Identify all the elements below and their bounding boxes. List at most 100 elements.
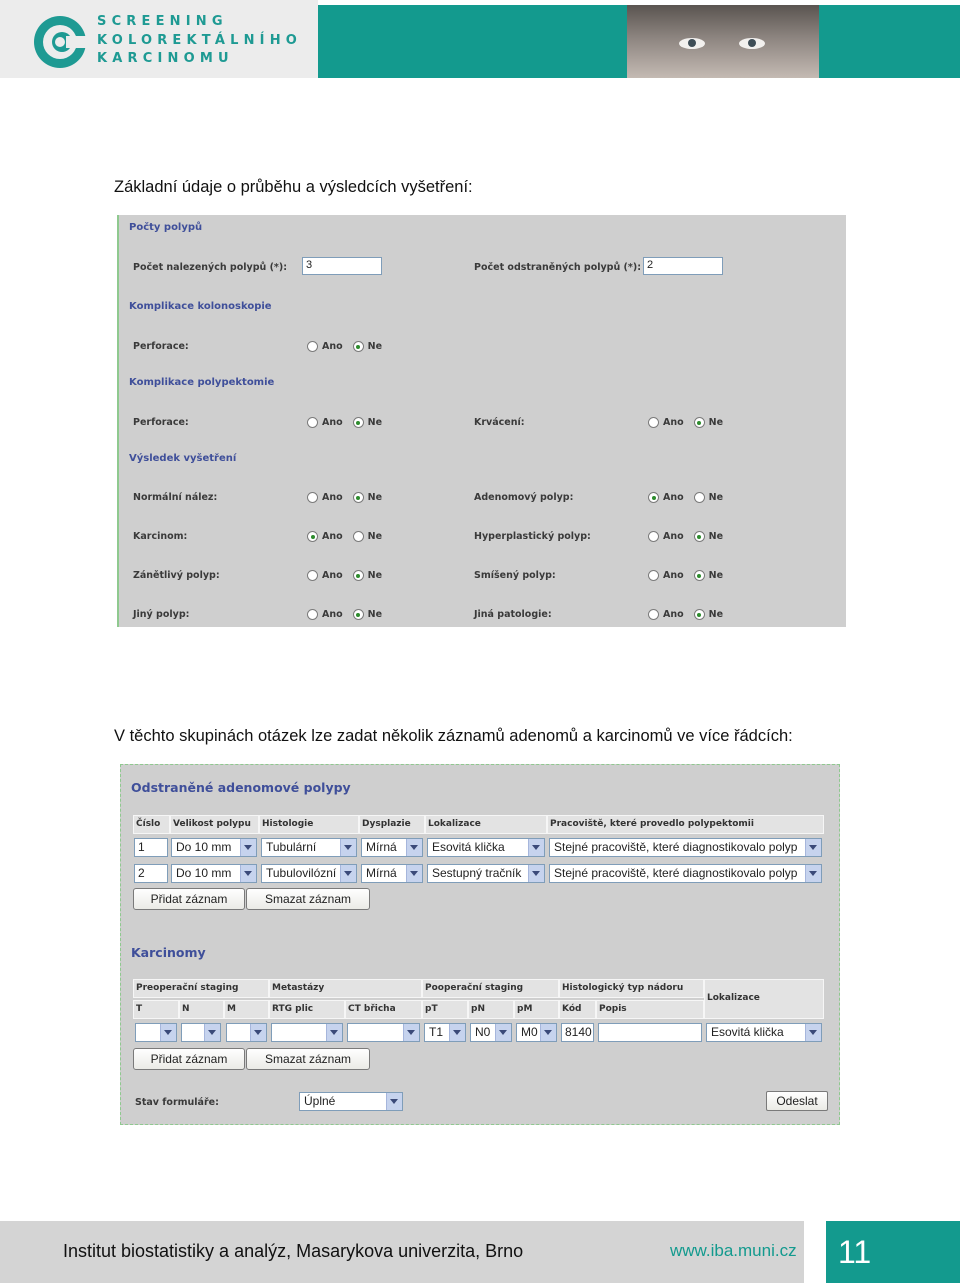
perforation-no-radio[interactable]: [352, 341, 364, 352]
n-select[interactable]: [181, 1023, 221, 1042]
row2-workplace-select[interactable]: Stejné pracoviště, které diagnostikovalo…: [549, 864, 822, 883]
perforation-yes-radio[interactable]: [307, 341, 318, 352]
pm-select[interactable]: M0: [516, 1023, 557, 1042]
hyperplastic-radio-group: Ano Ne: [648, 531, 733, 542]
pt-select[interactable]: T1: [424, 1023, 466, 1042]
chevron-down-icon: [340, 839, 356, 856]
row2-histology-select[interactable]: Tubulovilózní: [261, 864, 357, 883]
radio-label-no: Ne: [708, 531, 724, 542]
add-adenoma-record-button[interactable]: Přidat záznam: [133, 888, 245, 910]
group-preop-staging: Preoperační staging: [133, 979, 269, 998]
other-path-no-radio[interactable]: [693, 609, 705, 620]
perforation2-no-radio[interactable]: [352, 417, 364, 428]
radio-label-yes: Ano: [663, 492, 684, 503]
row2-location-select[interactable]: Sestupný tračník: [427, 864, 545, 883]
normal-finding-label: Normální nález:: [133, 492, 218, 503]
chevron-down-icon: [805, 839, 821, 856]
radio-label-no: Ne: [367, 417, 383, 428]
add-carcinoma-record-button[interactable]: Přidat záznam: [133, 1048, 245, 1070]
form-status-select[interactable]: Úplné: [299, 1092, 403, 1111]
footer-url-link[interactable]: www.iba.muni.cz: [670, 1241, 797, 1261]
other-polyp-no-radio[interactable]: [352, 609, 364, 620]
removed-polyps-input[interactable]: 2: [643, 257, 723, 275]
other-polyp-yes-radio[interactable]: [307, 609, 318, 620]
found-polyps-input[interactable]: 3: [302, 257, 382, 275]
perforation-label: Perforace:: [133, 341, 189, 352]
chevron-down-icon: [240, 839, 256, 856]
carcinoma-no-radio[interactable]: [352, 531, 364, 542]
inflammatory-yes-radio[interactable]: [307, 570, 318, 581]
group-postop-staging: Pooperační staging: [422, 979, 559, 998]
inflammatory-no-radio[interactable]: [352, 570, 364, 581]
page-number: 11: [838, 1234, 872, 1270]
chevron-down-icon: [528, 865, 544, 882]
delete-adenoma-record-button[interactable]: Smazat záznam: [246, 888, 370, 910]
bleeding-radio-group: Ano Ne: [648, 417, 733, 428]
hyperplastic-yes-radio[interactable]: [648, 531, 659, 542]
row1-number[interactable]: 1: [134, 838, 168, 857]
normal-yes-radio[interactable]: [307, 492, 318, 503]
rtg-select[interactable]: [271, 1023, 343, 1042]
bleeding-yes-radio[interactable]: [648, 417, 659, 428]
normal-no-radio[interactable]: [352, 492, 364, 503]
perforation-radio-group: Ano Ne: [307, 341, 392, 352]
pt-value: T1: [429, 1025, 444, 1039]
row1-size-select[interactable]: Do 10 mm: [171, 838, 257, 857]
adenoma-radio-group: Ano Ne: [648, 492, 733, 503]
description-input[interactable]: [598, 1023, 702, 1042]
perforation2-radio-group: Ano Ne: [307, 417, 392, 428]
section-polyp-counts: Počty polypů: [129, 222, 203, 233]
pm-value: M0: [521, 1025, 538, 1039]
subcol-code: Kód: [559, 1000, 596, 1019]
records-form-panel: Odstraněné adenomové polypy Číslo Veliko…: [120, 764, 840, 1125]
hyperplastic-polyp-label: Hyperplastický polyp:: [474, 531, 591, 542]
row1-location-select[interactable]: Esovitá klička: [427, 838, 545, 857]
subcol-n: N: [179, 1000, 224, 1019]
row2-dysplasia-select[interactable]: Mírná: [361, 864, 423, 883]
row1-histology-select[interactable]: Tubulární: [261, 838, 357, 857]
code-input[interactable]: 8140: [561, 1023, 594, 1042]
t-select[interactable]: [135, 1023, 177, 1042]
row2-location-value: Sestupný tračník: [432, 866, 522, 880]
other-polyp-label: Jiný polyp:: [133, 609, 190, 620]
radio-label-yes: Ano: [322, 609, 343, 620]
row2-dysplasia-value: Mírná: [366, 866, 397, 880]
section-colonoscopy-complications: Komplikace kolonoskopie: [129, 301, 272, 312]
chevron-down-icon: [386, 1093, 402, 1110]
submit-button[interactable]: Odeslat: [766, 1091, 828, 1111]
chevron-down-icon: [528, 839, 544, 856]
delete-carcinoma-record-button[interactable]: Smazat záznam: [246, 1048, 370, 1070]
group-metastases: Metastázy: [269, 979, 422, 998]
adenoma-no-radio[interactable]: [693, 492, 705, 503]
radio-label-no: Ne: [367, 492, 383, 503]
caption-multi-records: V těchto skupinách otázek lze zadat něko…: [114, 727, 793, 745]
page-number-box: 11: [826, 1221, 960, 1283]
carcinoma-location-select[interactable]: Esovitá klička: [706, 1023, 822, 1042]
carcinoma-yes-radio[interactable]: [307, 531, 318, 542]
ct-select[interactable]: [347, 1023, 420, 1042]
radio-label-no: Ne: [708, 492, 724, 503]
hyperplastic-no-radio[interactable]: [693, 531, 705, 542]
row1-dysplasia-select[interactable]: Mírná: [361, 838, 423, 857]
group-location: Lokalizace: [704, 979, 824, 1019]
logo-line-2: KOLOREKTÁLNÍHO: [97, 32, 303, 48]
row2-number[interactable]: 2: [134, 864, 168, 883]
row1-workplace-select[interactable]: Stejné pracoviště, které diagnostikovalo…: [549, 838, 822, 857]
mixed-no-radio[interactable]: [693, 570, 705, 581]
bleeding-no-radio[interactable]: [693, 417, 705, 428]
chevron-down-icon: [403, 1024, 419, 1041]
row2-size-select[interactable]: Do 10 mm: [171, 864, 257, 883]
other-path-yes-radio[interactable]: [648, 609, 659, 620]
adenoma-yes-radio[interactable]: [648, 492, 659, 503]
removed-polyps-label: Počet odstraněných polypů (*):: [474, 262, 641, 273]
radio-label-yes: Ano: [322, 570, 343, 581]
col-size: Velikost polypu: [170, 815, 259, 834]
radio-label-no: Ne: [367, 609, 383, 620]
pn-select[interactable]: N0: [470, 1023, 512, 1042]
carcinoma-location-value: Esovitá klička: [711, 1025, 784, 1039]
radio-label-yes: Ano: [663, 531, 684, 542]
mixed-yes-radio[interactable]: [648, 570, 659, 581]
perforation2-yes-radio[interactable]: [307, 417, 318, 428]
m-select[interactable]: [226, 1023, 267, 1042]
row1-dysplasia-value: Mírná: [366, 840, 397, 854]
